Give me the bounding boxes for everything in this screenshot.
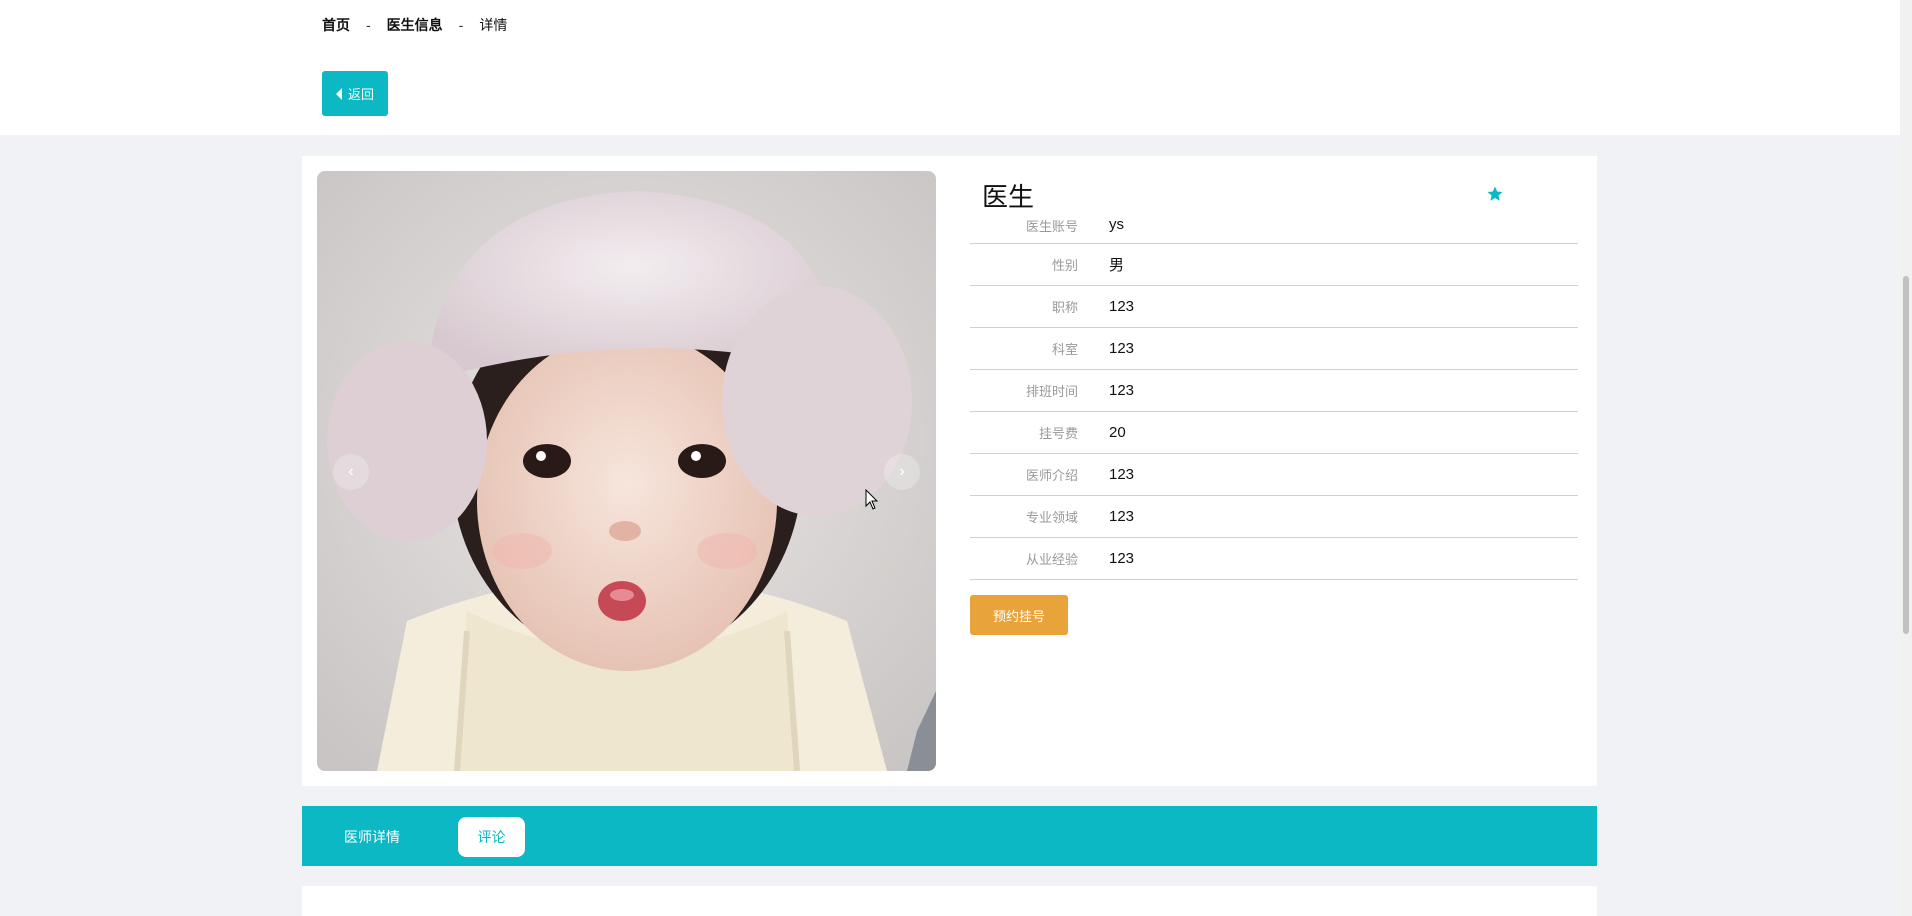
- field-label: 医师介绍: [1025, 468, 1078, 483]
- field-row: 挂号费 20: [970, 412, 1578, 454]
- back-button[interactable]: 返回: [322, 71, 388, 116]
- field-value: 123: [1109, 340, 1135, 357]
- field-label: 排班时间: [1025, 384, 1078, 399]
- vertical-scrollbar[interactable]: [1900, 0, 1912, 916]
- book-appointment-button[interactable]: 预约挂号: [970, 595, 1068, 635]
- photo-carousel: ‹ ›: [317, 171, 936, 771]
- breadcrumb-current: 详情: [479, 17, 508, 33]
- detail-tab-bar: 医师详情 评论: [302, 806, 1597, 866]
- breadcrumb-separator: -: [458, 17, 464, 33]
- field-label: 挂号费: [1038, 426, 1078, 441]
- field-value: 男: [1109, 257, 1125, 274]
- doctor-photo: [317, 171, 936, 771]
- field-label: 性别: [1051, 258, 1078, 273]
- breadcrumb-separator: -: [366, 17, 371, 33]
- breadcrumb-home[interactable]: 首页: [322, 15, 350, 35]
- field-label: 医生账号: [1025, 219, 1078, 234]
- caret-left-icon: [335, 87, 342, 100]
- carousel-next-button[interactable]: ›: [884, 454, 920, 490]
- tab-comments[interactable]: 评论: [458, 817, 525, 857]
- breadcrumb-section[interactable]: 医生信息: [387, 15, 443, 35]
- field-label: 职称: [1051, 300, 1078, 315]
- field-value: 123: [1109, 466, 1135, 483]
- field-value: 123: [1109, 298, 1135, 315]
- field-row: 专业领域 123: [970, 496, 1578, 538]
- field-value: 20: [1109, 424, 1126, 441]
- field-value: 123: [1109, 382, 1135, 399]
- comments-panel: [302, 886, 1597, 916]
- field-value: 123: [1109, 550, 1135, 567]
- back-button-label: 返回: [347, 87, 374, 102]
- field-label: 专业领域: [1025, 510, 1078, 525]
- tab-doctor-details[interactable]: 医师详情: [322, 817, 422, 857]
- breadcrumb: 首页 - 医生信息 - 详情: [322, 15, 507, 35]
- doctor-title: 医生: [982, 183, 1035, 213]
- field-value: 123: [1109, 508, 1135, 525]
- mouse-cursor-icon: [865, 489, 879, 510]
- field-value: ys: [1109, 216, 1124, 233]
- field-label: 科室: [1051, 342, 1078, 357]
- field-label: 从业经验: [1025, 552, 1078, 567]
- doctor-field-list: 医生账号 ys 性别 男 职称 123 科室 123 排班时间 123 挂号费 …: [970, 216, 1578, 580]
- field-row: 排班时间 123: [970, 370, 1578, 412]
- field-row: 职称 123: [970, 286, 1578, 328]
- carousel-prev-button[interactable]: ‹: [333, 454, 369, 490]
- doctor-detail-card: ‹ › 医生 医生账号 ys 性别 男 职称 123 科室 123 排班时间 1…: [302, 156, 1597, 786]
- star-icon[interactable]: [1486, 185, 1504, 203]
- field-row: 从业经验 123: [970, 538, 1578, 580]
- header-area: 首页 - 医生信息 - 详情 返回: [0, 0, 1900, 135]
- field-row: 医生账号 ys: [970, 216, 1578, 244]
- field-row: 医师介绍 123: [970, 454, 1578, 496]
- scrollbar-thumb[interactable]: [1903, 276, 1909, 634]
- field-row: 性别 男: [970, 244, 1578, 286]
- field-row: 科室 123: [970, 328, 1578, 370]
